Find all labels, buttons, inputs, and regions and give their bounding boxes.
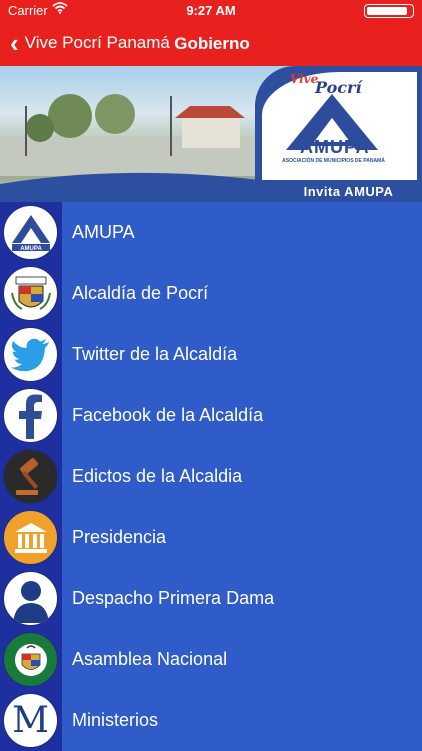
government-building-icon	[3, 510, 58, 565]
list-item-label: Presidencia	[72, 527, 167, 547]
amupa-logo-icon: AMUPA	[3, 205, 58, 260]
list-icon-cell	[0, 629, 62, 690]
status-time: 9:27 AM	[186, 3, 236, 18]
person-silhouette-icon	[3, 571, 58, 626]
gavel-icon	[3, 449, 58, 504]
battery-icon	[364, 4, 414, 18]
twitter-bird-icon	[3, 327, 58, 382]
government-link-list: AMUPA AMUPA Alcaldía de Pocrí Twitter de…	[0, 202, 422, 751]
list-item-label: Facebook de la Alcaldía	[72, 405, 264, 425]
list-item-label: Despacho Primera Dama	[72, 588, 275, 608]
list-item-asamblea[interactable]: Asamblea Nacional	[0, 629, 422, 690]
list-icon-cell	[0, 446, 62, 507]
list-item-twitter[interactable]: Twitter de la Alcaldía	[0, 324, 422, 385]
list-item-label: Ministerios	[72, 710, 159, 730]
list-item-edictos[interactable]: Edictos de la Alcaldia	[0, 446, 422, 507]
list-item-facebook[interactable]: Facebook de la Alcaldía	[0, 385, 422, 446]
list-item-label: Twitter de la Alcaldía	[72, 344, 238, 364]
banner-tagline: Invita AMUPA	[303, 184, 394, 199]
list-icon-cell	[0, 324, 62, 385]
banner-association-text: ASOCIACIÓN DE MUNICIPIOS DE PANAMÁ	[282, 158, 385, 164]
facebook-f-icon	[3, 388, 58, 443]
list-item-amupa[interactable]: AMUPA AMUPA	[0, 202, 422, 263]
list-icon-cell	[0, 263, 62, 324]
svg-text:AMUPA: AMUPA	[20, 246, 42, 252]
list-item-presidencia[interactable]: Presidencia	[0, 507, 422, 568]
list-item-primera-dama[interactable]: Despacho Primera Dama	[0, 568, 422, 629]
list-item-label: Asamblea Nacional	[72, 649, 228, 669]
list-icon-cell	[0, 385, 62, 446]
ministerios-m-icon: M	[3, 693, 58, 748]
list-icon-cell: AMUPA	[0, 202, 62, 263]
coat-of-arms-icon	[3, 266, 58, 321]
page-title: Gobierno	[174, 34, 250, 53]
list-item-label: AMUPA	[72, 222, 135, 242]
chevron-left-icon: ‹	[10, 28, 19, 58]
status-bar: Carrier 9:27 AM	[0, 0, 422, 22]
navigation-bar: ‹ Vive Pocrí Panamá Gobierno	[0, 22, 422, 66]
list-item-alcaldia-pocri[interactable]: Alcaldía de Pocrí	[0, 263, 422, 324]
national-assembly-seal-icon	[3, 632, 58, 687]
list-item-label: Alcaldía de Pocrí	[72, 283, 209, 303]
list-icon-cell	[0, 568, 62, 629]
list-icon-cell	[0, 507, 62, 568]
list-item-ministerios[interactable]: M Ministerios	[0, 690, 422, 751]
banner-logo-text: AMUPA	[300, 137, 370, 157]
list-icon-cell: M	[0, 690, 62, 751]
list-item-label: Edictos de la Alcaldia	[72, 466, 243, 486]
